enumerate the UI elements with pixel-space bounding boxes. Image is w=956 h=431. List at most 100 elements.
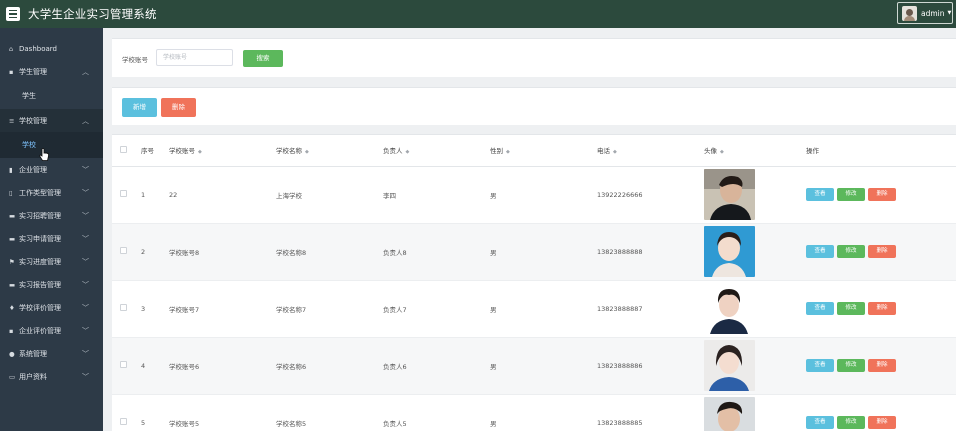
table-row: 3 学校账号7 学校名称7 负责人7 男 13823888887 查看 修改 删除 [112, 280, 956, 338]
edit-button[interactable]: 修改 [837, 359, 865, 372]
cell-index: 5 [141, 394, 169, 431]
cell-name: 上海学校 [276, 166, 383, 224]
cell-account: 学校账号7 [169, 280, 276, 338]
sidebar-item-school[interactable]: ≡ 学校管理 ︿ [0, 109, 103, 132]
chevron-down-icon: ﹀ [82, 212, 89, 220]
chevron-up-icon: ︿ [82, 117, 89, 125]
sidebar-item-profile[interactable]: ▭ 用户资料 ﹀ [0, 365, 103, 388]
sort-icon: ◆ [405, 149, 410, 156]
chevron-down-icon: ﹀ [82, 373, 89, 381]
sidebar-item-company-eval[interactable]: ▪ 企业评价管理 ﹀ [0, 319, 103, 342]
row-checkbox[interactable] [120, 190, 127, 197]
column-header[interactable]: 负责人 ◆ [383, 135, 490, 167]
sidebar-item-dashboard[interactable]: ⌂ Dashboard [0, 37, 103, 60]
delete-button[interactable]: 删除 [161, 98, 196, 117]
cell-name: 学校名称5 [276, 394, 383, 431]
card-icon: ▬ [9, 280, 16, 289]
menu-toggle-icon[interactable] [6, 7, 20, 21]
main-content: 学校账号 学校账号 搜索 新增 删除 序号 学校账号 ◆ 学校名称 ◆ 负责人 ◆ 性… [103, 28, 956, 431]
sidebar-sub-school[interactable]: 学校 [0, 132, 103, 158]
user-name: admin [921, 8, 945, 18]
sidebar-item-system[interactable]: ● 系统管理 ﹀ [0, 342, 103, 365]
user-icon: ● [9, 349, 15, 358]
edit-button[interactable]: 修改 [837, 245, 865, 258]
sidebar-item-company[interactable]: ▮ 企业管理 ﹀ [0, 158, 103, 181]
search-button[interactable]: 搜索 [243, 50, 283, 67]
cell-index: 4 [141, 337, 169, 395]
row-checkbox[interactable] [120, 304, 127, 311]
column-header[interactable]: 头像 ◆ [704, 135, 806, 167]
sidebar-item-progress[interactable]: ⚑ 实习进度管理 ﹀ [0, 250, 103, 273]
search-label: 学校账号 [122, 56, 148, 64]
sidebar-item-apply[interactable]: ▬ 实习申请管理 ﹀ [0, 227, 103, 250]
row-checkbox[interactable] [120, 418, 127, 425]
view-button[interactable]: 查看 [806, 416, 834, 429]
avatar-photo [704, 397, 755, 431]
column-header[interactable]: 电话 ◆ [597, 135, 704, 167]
bar-icon: ▮ [9, 165, 13, 174]
sidebar-item-school-eval[interactable]: ♦ 学校评价管理 ﹀ [0, 296, 103, 319]
delete-row-button[interactable]: 删除 [868, 359, 896, 372]
cell-account: 学校账号8 [169, 223, 276, 281]
edit-button[interactable]: 修改 [837, 302, 865, 315]
edit-button[interactable]: 修改 [837, 188, 865, 201]
row-checkbox[interactable] [120, 247, 127, 254]
column-header: 操作 [806, 135, 956, 167]
user-menu-button[interactable]: admin ▼ [897, 2, 953, 24]
cell-gender: 男 [490, 394, 597, 431]
cell-leader: 负责人8 [383, 223, 490, 281]
cell-name: 学校名称7 [276, 280, 383, 338]
column-header[interactable]: 学校账号 ◆ [169, 135, 276, 167]
search-input[interactable]: 学校账号 [156, 49, 233, 66]
delete-row-button[interactable]: 删除 [868, 302, 896, 315]
table-header: 序号 学校账号 ◆ 学校名称 ◆ 负责人 ◆ 性别 ◆ 电话 ◆ 头像 ◆ 操作 [112, 135, 956, 167]
grid-icon: ▪ [9, 326, 14, 335]
sidebar: ⌂ Dashboard ▪ 学生管理 ︿ 学生 ≡ 学校管理 ︿ 学校 ▮ 企业管理 ﹀ ▯ 工… [0, 28, 103, 431]
sidebar-sub-student[interactable]: 学生 [0, 83, 103, 109]
cell-account: 学校账号6 [169, 337, 276, 395]
action-panel: 新增 删除 [112, 87, 956, 125]
table-row: 5 学校账号5 学校名称5 负责人5 男 13823888885 查看 修改 删除 [112, 394, 956, 431]
delete-row-button[interactable]: 删除 [868, 416, 896, 429]
pin-icon: ♦ [9, 303, 15, 312]
column-header[interactable]: 学校名称 ◆ [276, 135, 383, 167]
view-button[interactable]: 查看 [806, 245, 834, 258]
sort-icon: ◆ [613, 149, 617, 156]
sidebar-item-worktype[interactable]: ▯ 工作类型管理 ﹀ [0, 181, 103, 204]
cell-phone: 13922226666 [597, 166, 704, 224]
school-table-panel: 序号 学校账号 ◆ 学校名称 ◆ 负责人 ◆ 性别 ◆ 电话 ◆ 头像 ◆ 操作 1 22 … [112, 134, 956, 431]
column-header[interactable]: 性别 ◆ [490, 135, 597, 167]
cell-gender: 男 [490, 223, 597, 281]
card-icon: ▬ [9, 234, 16, 243]
edit-button[interactable]: 修改 [837, 416, 865, 429]
cell-leader: 李四 [383, 166, 490, 224]
add-button[interactable]: 新增 [122, 98, 157, 117]
cell-leader: 负责人6 [383, 337, 490, 395]
cell-phone: 13823888886 [597, 337, 704, 395]
sidebar-item-recruit[interactable]: ▬ 实习招聘管理 ﹀ [0, 204, 103, 227]
view-button[interactable]: 查看 [806, 359, 834, 372]
avatar-photo [704, 169, 755, 220]
chevron-down-icon: ﹀ [82, 189, 89, 197]
chart-icon: ▯ [9, 188, 13, 197]
chevron-down-icon: ﹀ [82, 166, 89, 174]
sidebar-item-report[interactable]: ▬ 实习报告管理 ﹀ [0, 273, 103, 296]
avatar-photo [704, 340, 755, 391]
cell-phone: 13823888887 [597, 280, 704, 338]
delete-row-button[interactable]: 删除 [868, 245, 896, 258]
row-checkbox[interactable] [120, 361, 127, 368]
home-icon: ⌂ [9, 44, 14, 53]
view-button[interactable]: 查看 [806, 188, 834, 201]
cell-leader: 负责人7 [383, 280, 490, 338]
view-button[interactable]: 查看 [806, 302, 834, 315]
chevron-up-icon: ︿ [82, 68, 89, 76]
table-row: 4 学校账号6 学校名称6 负责人6 男 13823888886 查看 修改 删除 [112, 337, 956, 395]
delete-row-button[interactable]: 删除 [868, 188, 896, 201]
select-all-checkbox[interactable] [120, 145, 127, 153]
avatar-photo [704, 283, 755, 334]
cell-phone: 13823888888 [597, 223, 704, 281]
list-icon: ≡ [9, 116, 15, 125]
sidebar-item-student[interactable]: ▪ 学生管理 ︿ [0, 60, 103, 83]
chevron-down-icon: ﹀ [82, 235, 89, 243]
chevron-down-icon: ﹀ [82, 304, 89, 312]
